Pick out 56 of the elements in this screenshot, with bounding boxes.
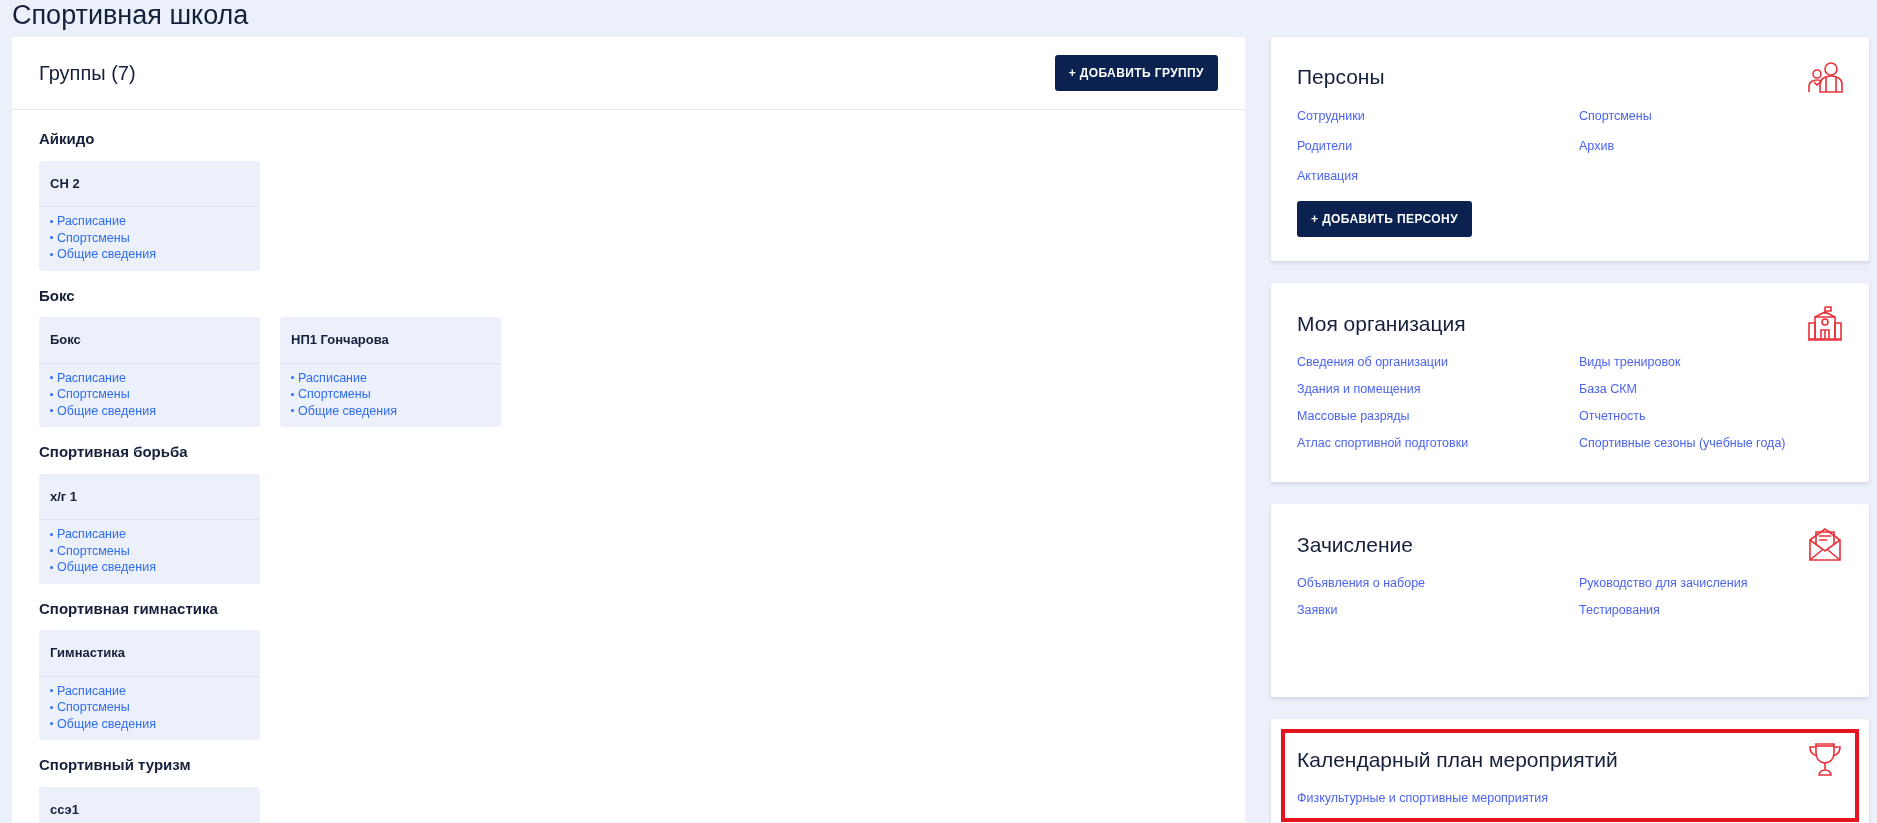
group-link[interactable]: Общие сведения — [50, 246, 249, 263]
section-link[interactable]: Архив — [1579, 136, 1843, 156]
section-link[interactable]: База СКМ — [1579, 380, 1843, 399]
group-link[interactable]: Спортсмены — [291, 386, 490, 403]
group-link[interactable]: Общие сведения — [50, 402, 249, 420]
section-link[interactable]: Заявки — [1297, 601, 1579, 620]
group-name: Гимнастика — [39, 630, 260, 677]
people-icon — [1807, 59, 1843, 96]
group-link[interactable]: Расписание — [291, 369, 490, 387]
sport-heading: Спортивная борьба — [39, 442, 189, 463]
page-title: Спортивная школа — [12, 0, 250, 32]
section-link[interactable]: Руководство для зачисления — [1579, 574, 1843, 594]
trophy-icon — [1807, 741, 1843, 778]
section-link[interactable]: Атлас спортивной подготовки — [1297, 433, 1579, 453]
panel-title: Группы (7) — [39, 61, 136, 87]
group-link[interactable]: Спортсмены — [50, 386, 249, 403]
section-link[interactable]: Отчетность — [1579, 406, 1843, 426]
section-link[interactable]: Здания и помещения — [1297, 380, 1579, 399]
group-link[interactable]: Общие сведения — [291, 402, 490, 420]
group-name: НП1 Гончарова — [280, 317, 501, 364]
group-link[interactable]: Спортсмены — [50, 542, 249, 560]
group-link[interactable]: Расписание — [50, 213, 249, 230]
sport-heading: Айкидо — [39, 129, 96, 150]
card-title: Календарный план мероприятий — [1297, 746, 1618, 773]
sport-heading: Спортивный туризм — [39, 755, 192, 776]
add-group-button[interactable]: + ДОБАВИТЬ ГРУППУ — [1054, 55, 1218, 92]
section-link[interactable]: Родители — [1297, 136, 1579, 156]
group-name: х/г 1 — [39, 473, 260, 521]
group-name: ссэ1 — [39, 786, 260, 823]
group-link[interactable]: Общие сведения — [50, 715, 249, 733]
section-link[interactable]: Спортивные сезоны (учебные года) — [1579, 433, 1843, 453]
card-title: Персоны — [1297, 64, 1385, 91]
group-link[interactable]: Расписание — [50, 682, 249, 700]
card-title: Зачисление — [1297, 531, 1413, 558]
sport-heading: Бокс — [39, 285, 76, 306]
group-link[interactable]: Расписание — [50, 369, 249, 387]
section-link[interactable]: Активация — [1297, 166, 1579, 186]
group-name: Бокс — [39, 317, 260, 364]
group-link[interactable]: Расписание — [50, 526, 249, 543]
group-link[interactable]: Спортсмены — [50, 699, 249, 716]
card-title: Моя организация — [1297, 310, 1466, 337]
group-name: СН 2 — [39, 160, 260, 208]
section-link[interactable]: Тестирования — [1579, 601, 1843, 620]
section-link[interactable]: Физкультурные и спортивные мероприятия — [1297, 789, 1579, 809]
sport-heading: Спортивная гимнастика — [39, 598, 219, 619]
section-link[interactable]: Виды тренировок — [1579, 353, 1843, 373]
group-link[interactable]: Спортсмены — [50, 229, 249, 247]
section-link[interactable]: Объявления о наборе — [1297, 574, 1579, 594]
section-link[interactable]: Сведения об организации — [1297, 353, 1579, 373]
group-link[interactable]: Общие сведения — [50, 559, 249, 576]
section-link[interactable]: Массовые разряды — [1297, 406, 1579, 426]
building-icon — [1807, 305, 1843, 342]
section-link[interactable]: Сотрудники — [1297, 107, 1579, 126]
section-link[interactable]: Спортсмены — [1579, 107, 1843, 126]
envelope-icon — [1807, 526, 1843, 563]
add-person-button[interactable]: + ДОБАВИТЬ ПЕРСОНУ — [1297, 201, 1472, 238]
